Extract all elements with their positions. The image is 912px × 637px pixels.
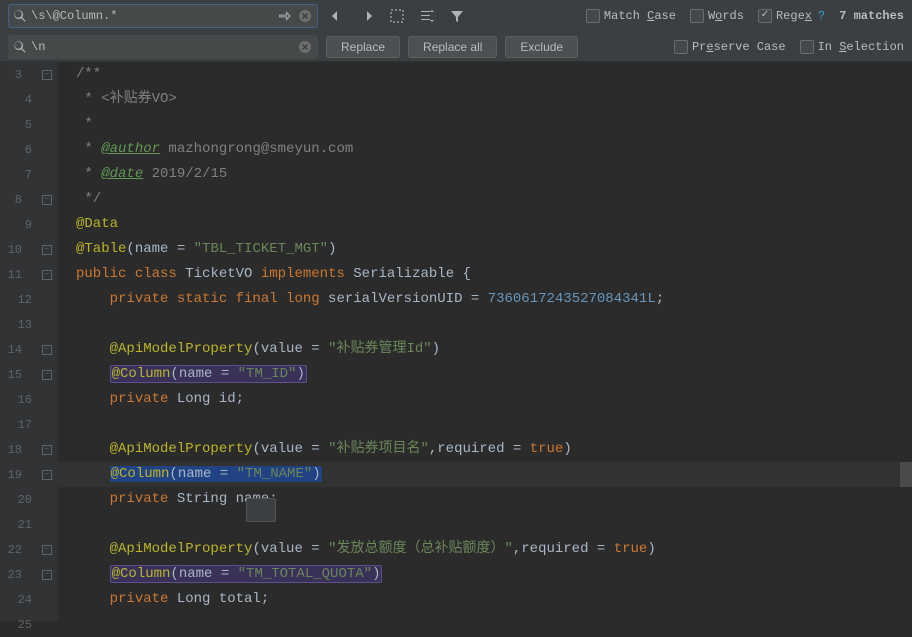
code-line[interactable] [58, 512, 912, 537]
code-editor: 3 4 5 6 7 8 9 10 11 12 13 14 15 16 17 18… [0, 62, 912, 621]
line-number: 7 [0, 168, 52, 182]
replace-all-button[interactable]: Replace all [408, 36, 497, 58]
fold-icon[interactable] [42, 270, 52, 280]
replace-row: Replace Replace all Exclude Preserve Cas… [0, 31, 912, 62]
code-line[interactable]: @ApiModelProperty(value = "补贴券管理Id") [58, 337, 912, 362]
code-line[interactable]: @ApiModelProperty(value = "补贴券项目名",requi… [58, 437, 912, 462]
replace-button[interactable]: Replace [326, 36, 400, 58]
line-number: 25 [0, 618, 52, 632]
code-line[interactable]: @Data [58, 212, 912, 237]
preserve-case-checkbox[interactable]: Preserve Case [674, 40, 786, 54]
line-number: 21 [0, 518, 52, 532]
fold-icon[interactable] [42, 570, 52, 580]
code-line-current[interactable]: @Column(name = "TM_NAME") [58, 462, 912, 487]
line-number: 11 [0, 268, 42, 282]
code-line[interactable]: private Long id; [58, 387, 912, 412]
regex-checkbox[interactable]: Regex? [758, 9, 825, 23]
fold-icon[interactable] [42, 545, 52, 555]
find-input[interactable] [31, 9, 277, 23]
code-line[interactable]: @Column(name = "TM_TOTAL_QUOTA") [58, 562, 912, 587]
replace-options: Preserve Case In Selection [674, 40, 904, 54]
fold-icon[interactable] [42, 245, 52, 255]
fold-icon[interactable] [42, 470, 52, 480]
line-number: 4 [0, 93, 52, 107]
newline-icon[interactable] [277, 9, 291, 23]
match-count: 7 matches [839, 9, 904, 23]
help-icon[interactable]: ? [818, 9, 825, 23]
multi-select-button[interactable] [416, 5, 438, 27]
line-number: 10 [0, 243, 42, 257]
code-line[interactable]: private String name; [58, 487, 912, 512]
line-number: 18 [0, 443, 42, 457]
clear-icon[interactable] [297, 39, 313, 55]
line-number: 8 [0, 193, 42, 207]
fold-icon[interactable] [42, 370, 52, 380]
code-line[interactable]: * <补贴券VO> [58, 87, 912, 112]
line-number: 9 [0, 218, 52, 232]
code-line[interactable]: * @date 2019/2/15 [58, 162, 912, 187]
find-row: Match Case Words Regex? 7 matches [0, 0, 912, 31]
code-line[interactable]: /** [58, 62, 912, 87]
line-number: 20 [0, 493, 52, 507]
match-case-checkbox[interactable]: Match Case [586, 9, 676, 23]
line-number: 23 [0, 568, 42, 582]
tooltip [246, 498, 276, 522]
code-line[interactable]: */ [58, 187, 912, 212]
select-all-button[interactable] [386, 5, 408, 27]
line-number: 16 [0, 393, 52, 407]
search-icon [13, 9, 27, 23]
words-checkbox[interactable]: Words [690, 9, 744, 23]
line-number: 19 [0, 468, 42, 482]
clear-icon[interactable] [297, 8, 313, 24]
code-line[interactable]: * [58, 112, 912, 137]
fold-icon[interactable] [42, 445, 52, 455]
code-line[interactable] [58, 412, 912, 437]
line-number: 3 [0, 68, 42, 82]
prev-match-button[interactable] [326, 5, 348, 27]
line-number: 12 [0, 293, 52, 307]
line-number: 24 [0, 593, 52, 607]
gutter: 3 4 5 6 7 8 9 10 11 12 13 14 15 16 17 18… [0, 62, 58, 621]
find-options: Match Case Words Regex? 7 matches [586, 9, 904, 23]
code-area[interactable]: /** * <补贴券VO> * * @author mazhongrong@sm… [58, 62, 912, 621]
fold-icon[interactable] [42, 345, 52, 355]
code-line[interactable]: @Table(name = "TBL_TICKET_MGT") [58, 237, 912, 262]
replace-box[interactable] [8, 35, 318, 59]
replace-input[interactable] [31, 40, 297, 54]
line-number: 17 [0, 418, 52, 432]
code-line[interactable]: * @author mazhongrong@smeyun.com [58, 137, 912, 162]
exclude-button[interactable]: Exclude [505, 36, 578, 58]
find-box[interactable] [8, 4, 318, 28]
next-match-button[interactable] [356, 5, 378, 27]
line-number: 22 [0, 543, 42, 557]
code-line[interactable] [58, 612, 912, 621]
code-line[interactable]: @Column(name = "TM_ID") [58, 362, 912, 387]
code-line[interactable]: private Long total; [58, 587, 912, 612]
search-icon [13, 40, 27, 54]
fold-icon[interactable] [42, 195, 52, 205]
code-line[interactable] [58, 312, 912, 337]
line-number: 13 [0, 318, 52, 332]
find-replace-toolbar: Match Case Words Regex? 7 matches Replac… [0, 0, 912, 62]
line-number: 14 [0, 343, 42, 357]
filter-button[interactable] [446, 5, 468, 27]
in-selection-checkbox[interactable]: In Selection [800, 40, 904, 54]
line-number: 5 [0, 118, 52, 132]
line-number: 6 [0, 143, 52, 157]
line-number: 15 [0, 368, 42, 382]
fold-icon[interactable] [42, 70, 52, 80]
code-line[interactable]: private static final long serialVersionU… [58, 287, 912, 312]
code-line[interactable]: public class TicketVO implements Seriali… [58, 262, 912, 287]
code-line[interactable]: @ApiModelProperty(value = "发放总额度（总补贴额度）"… [58, 537, 912, 562]
